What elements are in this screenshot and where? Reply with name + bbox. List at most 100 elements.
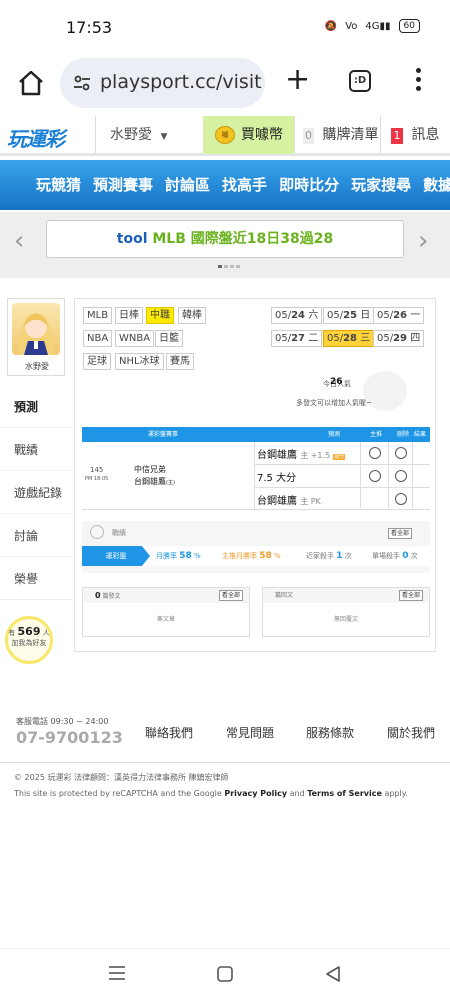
date-0527[interactable]: 05/27 二 — [271, 330, 323, 347]
recent-killer: 近家殺手 1 次 — [306, 551, 352, 561]
league-tag-horse[interactable]: 賽馬 — [166, 353, 194, 370]
date-0524[interactable]: 05/24 六 — [271, 307, 323, 324]
league-tag-cpbl[interactable]: 中職 — [146, 307, 174, 324]
tab-lottery[interactable]: 運彩盤 — [82, 546, 150, 566]
league-tag-nhl[interactable]: NHL冰球 — [115, 353, 164, 370]
recents-icon[interactable] — [108, 965, 126, 981]
league-tag-wnba[interactable]: WNBA — [115, 330, 155, 347]
terms-link[interactable]: Terms of Service — [307, 789, 382, 798]
col-main: 主推 — [370, 431, 383, 438]
league-tag-nba[interactable]: NBA — [83, 330, 113, 347]
main-pick-radio[interactable] — [369, 470, 381, 482]
status-icons: 🔕 Vo 4G▮▮ 60 — [325, 19, 420, 33]
cart-button[interactable]: 0 購牌清單 — [294, 116, 380, 154]
tab-switcher-button[interactable]: :D — [349, 70, 371, 92]
messages-button[interactable]: 1 訊息 — [380, 116, 450, 154]
sidebar-item-honors[interactable]: 榮譽 — [0, 558, 72, 600]
nav-item-forum[interactable]: 討論區 — [165, 160, 210, 210]
main-pick-radio[interactable] — [369, 447, 381, 459]
pick-note: 主 PK — [300, 497, 321, 506]
nav-item-predict[interactable]: 預測賽事 — [93, 160, 153, 210]
privacy-link[interactable]: Privacy Policy — [224, 789, 287, 798]
chevron-left-icon[interactable]: ‹ — [14, 226, 24, 256]
sidebar-item-predictions[interactable]: 預測 — [0, 386, 72, 428]
volte-icon: Vo — [345, 20, 358, 32]
home-icon[interactable] — [16, 68, 46, 98]
status-bar: 17:53 🔕 Vo 4G▮▮ 60 — [0, 0, 450, 56]
league-tag-npb[interactable]: 日棒 — [115, 307, 143, 324]
profile-name: 水野愛 — [25, 362, 49, 371]
col-game: 運彩盤賽事 — [148, 431, 179, 438]
back-icon[interactable] — [325, 965, 341, 983]
home-team: 台鋼雄鷹 — [134, 477, 166, 486]
clock: 17:53 — [66, 18, 113, 37]
posts-empty: 無文章 — [156, 616, 175, 623]
see-all-replies-button[interactable]: 看全部 — [399, 590, 424, 601]
avatar-card[interactable]: 水野愛 — [7, 298, 65, 376]
nav-item-data[interactable]: 數據 — [423, 160, 450, 210]
chevron-right-icon[interactable]: › — [418, 226, 428, 256]
messages-label: 訊息 — [411, 127, 440, 143]
prediction-moneyline[interactable]: 台鋼雄鷹 主 PK — [257, 492, 321, 507]
table-row: 145 PM 18:05 中信兄弟 台鋼雄鷹(主) 台鋼雄鷹 主 +1.5 讓分… — [82, 442, 430, 510]
footer-link-terms[interactable]: 服務條款 — [306, 724, 354, 741]
posts-title: 篇發文 — [102, 593, 121, 600]
buy-coins-button[interactable]: 噱 買噱幣 — [203, 116, 294, 154]
footer-legal: © 2025 玩運彩 法律顧問：漢英得力法律事務所 陳鎮宏律師 This sit… — [0, 762, 450, 812]
footer-link-contact[interactable]: 聯絡我們 — [145, 724, 193, 741]
see-all-posts-button[interactable]: 看全部 — [219, 590, 244, 601]
footer-contact: 客服電話 09:30 ~ 24:00 07-9700123 聯絡我們 常見問題 … — [0, 708, 450, 758]
date-0526[interactable]: 05/26 一 — [373, 307, 425, 324]
home-nav-icon[interactable] — [216, 965, 234, 983]
sidebar-item-discussion[interactable]: 討論 — [0, 515, 72, 557]
user-dropdown[interactable]: 水野愛 ▼ — [95, 116, 203, 154]
spread-badge: 讓分 — [333, 454, 346, 460]
record-stats-row: 運彩盤 月勝率 58 % 主推月勝率 58 % 近家殺手 1 次 單場殺手 0 … — [82, 546, 430, 566]
url-text: playsport.cc/visit — [100, 71, 262, 93]
cart-label: 購牌清單 — [322, 127, 379, 143]
sidebar-item-game-log[interactable]: 遊戲紀錄 — [0, 472, 72, 514]
nav-item-guess[interactable]: 玩競猜 — [36, 160, 81, 210]
league-tag-kbo[interactable]: 韓棒 — [178, 307, 206, 324]
site-logo[interactable]: 玩運彩 — [7, 123, 65, 152]
league-tag-jbl[interactable]: 日籃 — [155, 330, 183, 347]
game-time: PM 18:05 — [85, 476, 109, 482]
nav-item-live-score[interactable]: 即時比分 — [279, 160, 339, 210]
date-0525[interactable]: 05/25 日 — [323, 307, 375, 324]
month-win-rate: 月勝率 58 % — [156, 551, 201, 561]
banner-link[interactable]: tool MLB 國際盤近18日38過28 — [46, 220, 404, 258]
carousel-dots — [218, 265, 240, 268]
prediction-total[interactable]: 7.5 大分 — [257, 469, 296, 484]
away-team: 中信兄弟 — [134, 465, 166, 474]
sidebar-item-record[interactable]: 戰績 — [0, 429, 72, 471]
service-phone[interactable]: 07-9700123 — [16, 728, 123, 747]
address-bar[interactable]: playsport.cc/visit — [60, 58, 265, 108]
see-all-record-button[interactable]: 看全部 — [388, 528, 413, 539]
popularity-value: 26 — [330, 377, 343, 387]
col-result: 結果 — [414, 431, 427, 438]
browser-toolbar: playsport.cc/visit + :D — [0, 56, 450, 114]
date-0529[interactable]: 05/29 四 — [373, 330, 425, 347]
nav-item-player-search[interactable]: 玩家搜尋 — [351, 160, 411, 210]
target-icon — [90, 525, 104, 539]
pick-note: 主 +1.5 — [300, 451, 331, 460]
nav-item-experts[interactable]: 找高手 — [222, 160, 267, 210]
bulb-unit: 人 — [42, 629, 50, 637]
site-settings-icon[interactable] — [72, 73, 92, 93]
delete-radio[interactable] — [395, 447, 407, 459]
date-0528[interactable]: 05/28 三 — [323, 330, 375, 347]
footer-link-about[interactable]: 關於我們 — [387, 724, 435, 741]
game-number: 145 — [90, 466, 104, 474]
new-tab-icon[interactable]: + — [285, 62, 310, 97]
bulb-label: 加我為好友 — [11, 639, 47, 647]
league-tag-mlb[interactable]: MLB — [83, 307, 113, 324]
friends-bulb[interactable]: 有 569 人 加我為好友 — [5, 616, 53, 664]
footer-link-faq[interactable]: 常見問題 — [226, 724, 274, 741]
delete-radio[interactable] — [395, 493, 407, 505]
delete-radio[interactable] — [395, 470, 407, 482]
replies-empty: 無回覆文 — [333, 616, 358, 623]
league-tag-soccer[interactable]: 足球 — [83, 353, 111, 370]
prediction-spread[interactable]: 台鋼雄鷹 主 +1.5 讓分 — [257, 446, 346, 461]
more-menu-icon[interactable] — [414, 68, 424, 95]
caret-down-icon: ▼ — [160, 132, 168, 142]
